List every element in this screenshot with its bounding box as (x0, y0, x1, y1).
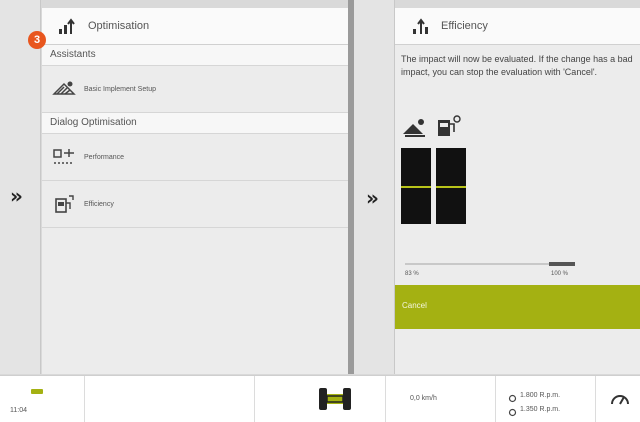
evaluation-slider-fill (549, 262, 575, 266)
battery-indicator-icon (31, 389, 43, 394)
pto-rpm-icon (508, 404, 517, 422)
performance-icon (52, 146, 76, 168)
step-number-badge: 3 (28, 31, 46, 49)
efficiency-header: Efficiency (395, 8, 640, 45)
section-dialog-optimisation: Dialog Optimisation (42, 113, 348, 134)
implement-setup-icon (52, 78, 76, 100)
menu-item-performance[interactable]: Performance (42, 134, 348, 181)
performance-gauge-icon (401, 116, 429, 143)
tractor-top-view-icon[interactable] (315, 384, 355, 419)
performance-gauge-level (401, 186, 431, 188)
expand-chevron-icon[interactable]: » (366, 186, 379, 210)
efficiency-title: Efficiency (441, 20, 488, 32)
optimisation-panel: Optimisation Assistants Basic Implement … (42, 8, 348, 374)
evaluation-slider[interactable] (405, 262, 575, 266)
menu-item-label: Basic Implement Setup (84, 85, 156, 93)
optimisation-header: Optimisation (42, 8, 348, 45)
speedometer-icon[interactable] (610, 390, 630, 411)
slider-min-label: 83 % (405, 271, 419, 277)
rpm-secondary: 1.350 R.p.m. (520, 406, 561, 413)
expand-chevron-icon[interactable]: » (10, 184, 23, 208)
middle-expand-strip[interactable]: » (354, 0, 395, 374)
performance-gauge (401, 148, 431, 224)
page-title: Optimisation (88, 20, 150, 32)
efficiency-panel: Efficiency The impact will now be evalua… (395, 8, 640, 374)
fuel-efficiency-icon (52, 193, 76, 215)
efficiency-icon (409, 15, 433, 37)
menu-item-efficiency[interactable]: Efficiency (42, 181, 348, 228)
speed-readout: 0,0 km/h (410, 395, 437, 402)
evaluation-message: The impact will now be evaluated. If the… (401, 54, 633, 77)
menu-item-basic-implement-setup[interactable]: Basic Implement Setup (42, 66, 348, 113)
efficiency-gauge (436, 148, 466, 224)
optimisation-icon (56, 15, 80, 37)
cancel-button-label: Cancel (402, 301, 427, 310)
slider-max-label: 100 % (551, 271, 569, 277)
efficiency-gauge-level (436, 186, 466, 188)
status-bar: 11:04 0,0 km/h 1.800 R.p.m. 1.350 R.p.m. (0, 375, 640, 422)
clock-time: 11:04 (10, 407, 27, 414)
menu-item-label: Efficiency (84, 200, 114, 208)
rpm-primary: 1.800 R.p.m. (520, 392, 561, 399)
cancel-button[interactable]: Cancel (395, 285, 640, 329)
left-expand-strip[interactable]: » (0, 0, 41, 374)
menu-item-label: Performance (84, 153, 125, 161)
fuel-gauge-icon (435, 114, 463, 143)
section-assistants: Assistants (42, 45, 348, 66)
